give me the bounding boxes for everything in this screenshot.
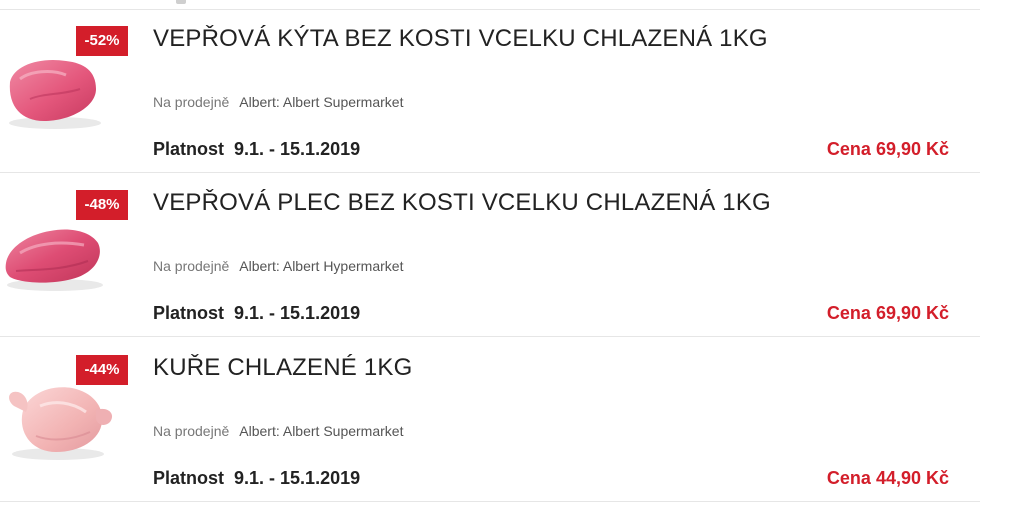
price: Cena 69,90 Kč <box>826 139 949 159</box>
discount-badge: -48% <box>76 190 128 220</box>
store-label: Na prodejně <box>153 258 230 274</box>
store-name: Albert: Albert Hypermarket <box>239 258 404 274</box>
discount-badge: -52% <box>76 26 128 56</box>
store-info: Na prodejně Albert: Albert Supermarket <box>153 94 403 110</box>
store-name: Albert: Albert Supermarket <box>239 94 404 110</box>
offer-list: -52% VEPŘOVÁ KÝTA BEZ KOSTI VCELKU CHLAZ… <box>0 0 1024 526</box>
price: Cena 44,90 Kč <box>826 468 949 488</box>
validity-dates: 9.1. - 15.1.2019 <box>234 303 361 323</box>
offer-item[interactable]: -48% VEPŘOVÁ PLEC BEZ KOSTI VCELKU CHLAZ… <box>0 173 980 337</box>
product-title[interactable]: VEPŘOVÁ KÝTA BEZ KOSTI VCELKU CHLAZENÁ 1… <box>153 25 768 53</box>
store-info: Na prodejně Albert: Albert Supermarket <box>153 423 403 439</box>
store-label: Na prodejně <box>153 423 230 439</box>
offer-item[interactable]: -52% VEPŘOVÁ KÝTA BEZ KOSTI VCELKU CHLAZ… <box>0 9 980 173</box>
validity: Platnost 9.1. - 15.1.2019 <box>153 468 360 489</box>
validity: Platnost 9.1. - 15.1.2019 <box>153 139 360 160</box>
product-title[interactable]: VEPŘOVÁ PLEC BEZ KOSTI VCELKU CHLAZENÁ 1… <box>153 189 771 217</box>
store-info: Na prodejně Albert: Albert Hypermarket <box>153 258 403 274</box>
offer-item[interactable]: -44% KUŘE CHLAZENÉ 1KG Na prodejně Albert… <box>0 338 980 502</box>
previous-item-remnant <box>176 0 186 4</box>
validity-label: Platnost <box>153 303 225 323</box>
validity-dates: 9.1. - 15.1.2019 <box>234 468 361 488</box>
product-title[interactable]: KUŘE CHLAZENÉ 1KG <box>153 354 412 382</box>
validity-label: Platnost <box>153 139 225 159</box>
store-label: Na prodejně <box>153 94 230 110</box>
validity-dates: 9.1. - 15.1.2019 <box>234 139 361 159</box>
validity: Platnost 9.1. - 15.1.2019 <box>153 303 360 324</box>
store-name: Albert: Albert Supermarket <box>239 423 404 439</box>
discount-badge: -44% <box>76 355 128 385</box>
price: Cena 69,90 Kč <box>826 303 949 323</box>
validity-label: Platnost <box>153 468 225 488</box>
